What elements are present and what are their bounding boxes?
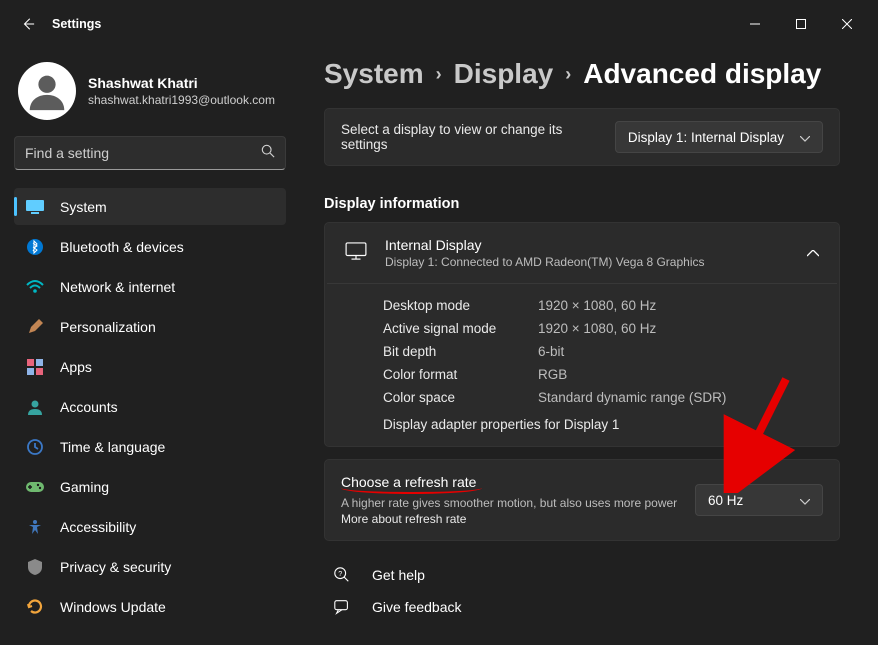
app-title: Settings [52,17,101,31]
breadcrumb-display[interactable]: Display [454,58,554,90]
sidebar-item-label: Accessibility [60,519,136,535]
sidebar-item-label: Apps [60,359,92,375]
sidebar-item-label: Gaming [60,479,109,495]
display-info-row: Desktop mode1920 × 1080, 60 Hz [383,294,819,317]
accounts-icon [26,398,44,416]
get-help-link[interactable]: ? Get help [324,559,840,591]
sidebar-item-apps[interactable]: Apps [14,348,286,385]
sidebar-item-system[interactable]: System [14,188,286,225]
refresh-rate-card: Choose a refresh rate A higher rate give… [324,459,840,541]
info-label: Desktop mode [383,298,538,313]
display-selector-dropdown[interactable]: Display 1: Internal Display [615,121,823,153]
sidebar-item-label: Bluetooth & devices [60,239,184,255]
chevron-up-icon[interactable] [807,244,819,262]
info-label: Color space [383,390,538,405]
sidebar-nav: System Bluetooth & devices Network & inter… [14,188,286,625]
info-value: 1920 × 1080, 60 Hz [538,298,656,313]
display-info-row: Color spaceStandard dynamic range (SDR) [383,386,819,409]
search-icon [261,144,275,163]
avatar [18,62,76,120]
display-info-row: Color formatRGB [383,363,819,386]
sidebar-item-label: Network & internet [60,279,175,295]
search-input[interactable] [25,145,261,161]
sidebar-item-personalize[interactable]: Personalization [14,308,286,345]
feedback-icon [332,597,352,617]
select-display-card: Select a display to view or change its s… [324,108,840,166]
annotation-underline [341,488,482,494]
display-subtitle: Display 1: Connected to AMD Radeon(TM) V… [385,255,705,269]
display-info-card: Internal Display Display 1: Connected to… [324,222,840,447]
display-selector-value: Display 1: Internal Display [628,130,784,145]
personalize-icon [26,318,44,336]
sidebar-item-gaming[interactable]: Gaming [14,468,286,505]
refresh-rate-dropdown[interactable]: 60 Hz [695,484,823,516]
sidebar-item-accessibility[interactable]: Accessibility [14,508,286,545]
accessibility-icon [26,518,44,536]
update-icon [26,598,44,616]
display-info-row: Bit depth6-bit [383,340,819,363]
info-value: RGB [538,367,567,382]
time-icon [26,438,44,456]
bluetooth-icon [26,238,44,256]
system-icon [26,198,44,216]
select-display-label: Select a display to view or change its s… [341,122,599,152]
chevron-right-icon: › [565,64,571,85]
adapter-properties-link[interactable]: Display adapter properties for Display 1 [383,409,819,432]
maximize-button[interactable] [778,8,824,40]
sidebar-item-update[interactable]: Windows Update [14,588,286,625]
chevron-down-icon [800,130,810,145]
sidebar-item-label: System [60,199,107,215]
help-icon: ? [332,565,352,585]
breadcrumb: System › Display › Advanced display [324,58,840,90]
monitor-icon [345,242,367,265]
display-info-header[interactable]: Internal Display Display 1: Connected to… [325,223,839,283]
refresh-rate-value: 60 Hz [708,493,743,508]
minimize-button[interactable] [732,8,778,40]
sidebar-item-wifi[interactable]: Network & internet [14,268,286,305]
apps-icon [26,358,44,376]
info-value: 6-bit [538,344,564,359]
breadcrumb-system[interactable]: System [324,58,424,90]
info-value: 1920 × 1080, 60 Hz [538,321,656,336]
give-feedback-link[interactable]: Give feedback [324,591,840,623]
page-title: Advanced display [583,58,821,90]
sidebar-item-label: Time & language [60,439,165,455]
gaming-icon [26,478,44,496]
chevron-down-icon [800,493,810,508]
give-feedback-label: Give feedback [372,599,462,615]
sidebar-item-label: Personalization [60,319,156,335]
display-name: Internal Display [385,237,705,253]
display-info-title: Display information [324,196,840,212]
info-label: Color format [383,367,538,382]
sidebar-item-label: Privacy & security [60,559,171,575]
wifi-icon [26,278,44,296]
info-value: Standard dynamic range (SDR) [538,390,726,405]
sidebar-item-label: Accounts [60,399,118,415]
user-name: Shashwat Khatri [88,75,275,91]
info-label: Active signal mode [383,321,538,336]
sidebar-item-label: Windows Update [60,599,166,615]
sidebar-item-accounts[interactable]: Accounts [14,388,286,425]
back-button[interactable] [8,4,48,44]
privacy-icon [26,558,44,576]
refresh-rate-desc: A higher rate gives smoother motion, but… [341,496,679,510]
search-box[interactable] [14,136,286,170]
refresh-rate-more-link[interactable]: More about refresh rate [341,512,679,526]
user-email: shashwat.khatri1993@outlook.com [88,93,275,107]
close-button[interactable] [824,8,870,40]
display-info-row: Active signal mode1920 × 1080, 60 Hz [383,317,819,340]
sidebar-item-bluetooth[interactable]: Bluetooth & devices [14,228,286,265]
info-label: Bit depth [383,344,538,359]
refresh-rate-title: Choose a refresh rate [341,474,476,490]
get-help-label: Get help [372,567,425,583]
user-profile[interactable]: Shashwat Khatri shashwat.khatri1993@outl… [18,62,286,120]
chevron-right-icon: › [436,64,442,85]
svg-text:?: ? [338,569,342,578]
sidebar-item-time[interactable]: Time & language [14,428,286,465]
sidebar-item-privacy[interactable]: Privacy & security [14,548,286,585]
